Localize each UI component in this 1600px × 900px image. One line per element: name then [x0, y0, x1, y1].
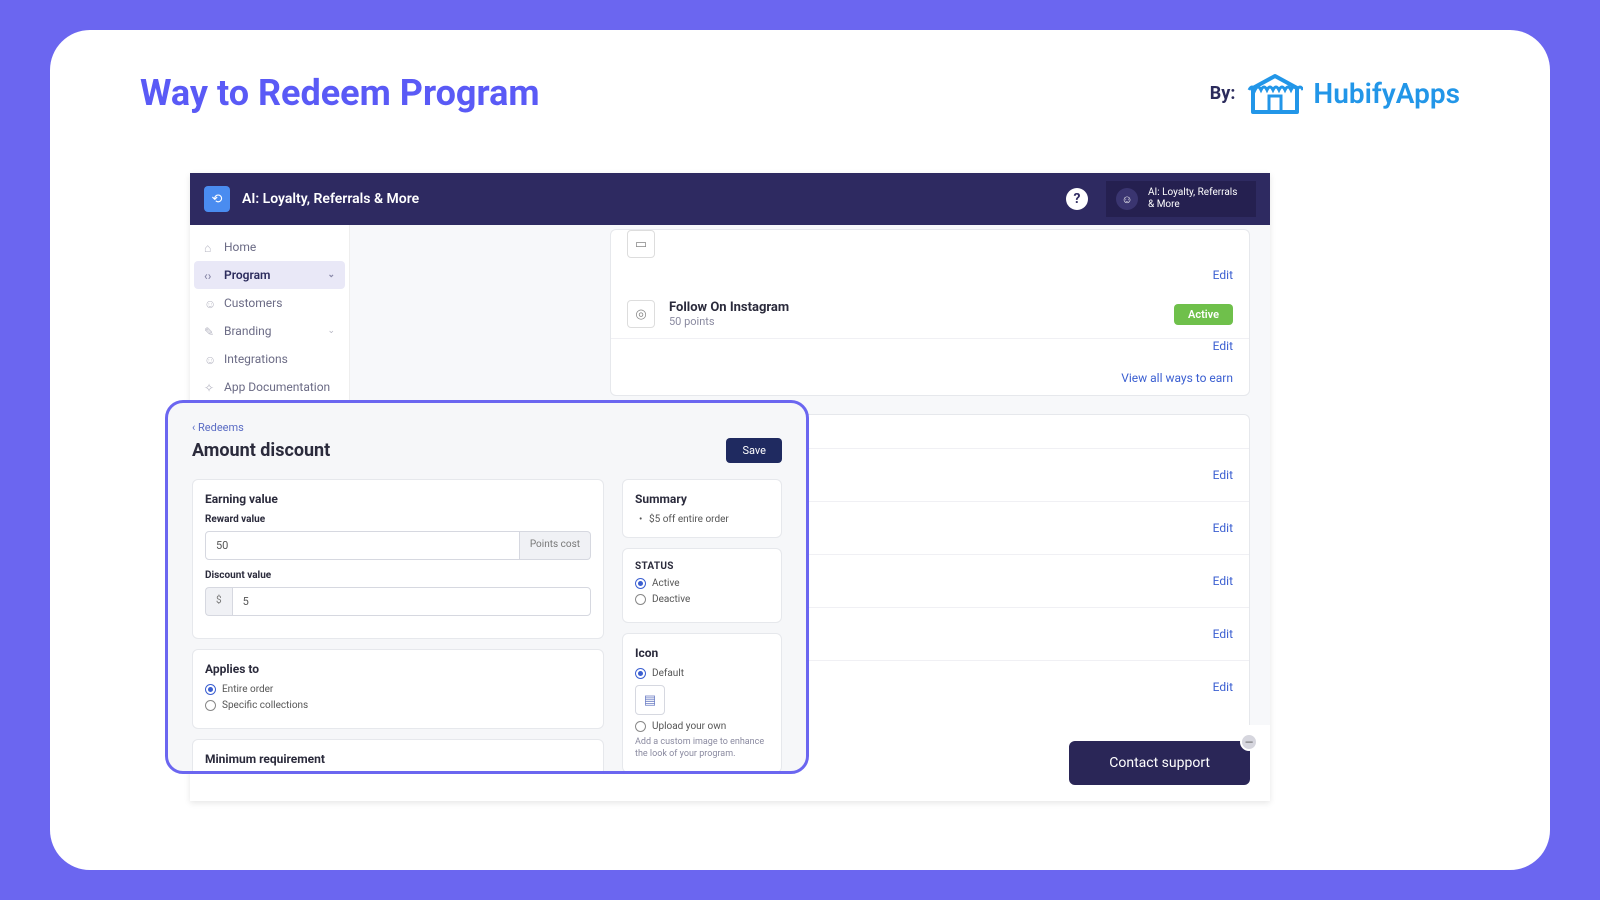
radio-icon: [205, 700, 216, 711]
code-icon: ‹›: [204, 269, 216, 281]
radio-label: Active: [652, 578, 680, 589]
brand-attribution: By: HubifyApps: [1210, 70, 1460, 116]
sidebar-item-integrations[interactable]: ☺ Integrations: [194, 345, 345, 373]
radio-label: Deactive: [652, 594, 690, 605]
earn-row-title: Follow On Instagram: [669, 300, 1174, 315]
chevron-down-icon: ⌄: [327, 270, 335, 280]
radio-label: Specific collections: [222, 700, 308, 711]
home-icon: ⌂: [204, 241, 216, 253]
sidebar-item-home[interactable]: ⌂ Home: [194, 233, 345, 261]
minimum-requirement-card: Minimum requirement None Minimum purchas…: [192, 739, 604, 774]
reward-value-label: Reward value: [205, 514, 591, 525]
sidebar-item-label: App Documentation: [224, 380, 330, 394]
person-icon: ☺: [204, 297, 216, 309]
icon-preview: ▤: [635, 685, 665, 715]
app-title: AI: Loyalty, Referrals & More: [242, 191, 419, 207]
sidebar-item-label: Integrations: [224, 352, 288, 366]
contact-support-button[interactable]: Contact support —: [1069, 741, 1250, 785]
edit-link[interactable]: Edit: [611, 268, 1249, 290]
earning-value-card: Earning value Reward value 50 Points cos…: [192, 479, 604, 639]
sidebar-item-branding[interactable]: ✎ Branding ⌄: [194, 317, 345, 345]
applies-to-card: Applies to Entire order Specific collect…: [192, 649, 604, 729]
by-label: By:: [1210, 83, 1236, 104]
icon-helper-text: Add a custom image to enhance the look o…: [635, 737, 769, 760]
status-active-radio[interactable]: Active: [635, 578, 769, 589]
status-label: STATUS: [635, 561, 769, 572]
user-menu[interactable]: ☺ AI: Loyalty, Referrals & More: [1106, 181, 1256, 217]
user-avatar-icon: ☺: [1116, 188, 1138, 210]
edit-link[interactable]: Edit: [611, 339, 1249, 361]
brand-name: HubifyApps: [1313, 77, 1460, 110]
radio-icon: [635, 578, 646, 589]
app-icon: ⟲: [204, 186, 230, 212]
card-title: Earning value: [205, 492, 591, 506]
status-deactive-radio[interactable]: Deactive: [635, 594, 769, 605]
view-all-earn-link[interactable]: View all ways to earn: [611, 361, 1249, 395]
radio-label: Upload your own: [652, 721, 726, 732]
sidebar-item-label: Program: [224, 268, 270, 282]
status-badge: Active: [1174, 304, 1233, 325]
sidebar-item-customers[interactable]: ☺ Customers: [194, 289, 345, 317]
card-title: Minimum requirement: [205, 752, 591, 766]
edit-link[interactable]: Edit: [1213, 627, 1233, 641]
chevron-down-icon: ⌄: [327, 326, 335, 336]
radio-label: Default: [652, 668, 684, 679]
contact-support-label: Contact support: [1109, 755, 1210, 771]
summary-item: $5 off entire order: [635, 514, 769, 525]
radio-icon: [635, 594, 646, 605]
card-title: Summary: [635, 492, 769, 506]
placeholder-icon: ▭: [627, 230, 655, 258]
radio-icon: [635, 721, 646, 732]
edit-link[interactable]: Edit: [1213, 680, 1233, 694]
radio-icon: [635, 668, 646, 679]
sidebar-item-app-documentation[interactable]: ✧ App Documentation: [194, 373, 345, 401]
icon-default-radio[interactable]: Default: [635, 668, 769, 679]
discount-value-label: Discount value: [205, 570, 591, 581]
sidebar-item-label: Home: [224, 240, 256, 254]
plug-icon: ☺: [204, 353, 216, 365]
sidebar-item-label: Customers: [224, 296, 282, 310]
save-button[interactable]: Save: [726, 438, 782, 463]
amount-discount-modal: ‹ Redeems Amount discount Save Earning v…: [165, 400, 809, 774]
minimize-icon[interactable]: —: [1240, 733, 1258, 751]
card-title: Applies to: [205, 662, 591, 676]
icon-upload-radio[interactable]: Upload your own: [635, 721, 769, 732]
edit-link[interactable]: Edit: [1213, 574, 1233, 588]
user-label: AI: Loyalty, Referrals & More: [1148, 187, 1238, 211]
instagram-icon: ◎: [627, 300, 655, 328]
brush-icon: ✎: [204, 325, 216, 337]
reward-value-input[interactable]: 50: [205, 531, 520, 560]
hubifyapps-logo-icon: [1247, 70, 1303, 116]
sidebar-item-label: Branding: [224, 324, 272, 338]
ways-to-earn-card: ▭ Edit ◎ Follow On Instagram 50 points A…: [610, 229, 1250, 396]
discount-value-input[interactable]: 5: [232, 587, 591, 616]
modal-title: Amount discount: [192, 440, 330, 461]
card-title: Icon: [635, 646, 769, 660]
app-topbar: ⟲ AI: Loyalty, Referrals & More ? ☺ AI: …: [190, 173, 1270, 225]
sidebar-item-program[interactable]: ‹› Program ⌄: [194, 261, 345, 289]
breadcrumb[interactable]: ‹ Redeems: [192, 421, 782, 434]
status-card: STATUS Active Deactive: [622, 548, 782, 623]
summary-card: Summary $5 off entire order: [622, 479, 782, 538]
discount-prefix: $: [205, 587, 232, 616]
radio-icon: [205, 684, 216, 695]
doc-icon: ✧: [204, 381, 216, 393]
icon-card: Icon Default ▤ Upload your own Add a cus…: [622, 633, 782, 773]
earn-row-subtitle: 50 points: [669, 315, 1174, 328]
radio-label: Entire order: [222, 684, 273, 695]
applies-entire-order-radio[interactable]: Entire order: [205, 684, 591, 695]
page-title: Way to Redeem Program: [140, 72, 540, 114]
applies-specific-collections-radio[interactable]: Specific collections: [205, 700, 591, 711]
reward-suffix: Points cost: [520, 531, 591, 560]
help-icon[interactable]: ?: [1066, 188, 1088, 210]
edit-link[interactable]: Edit: [1213, 468, 1233, 482]
edit-link[interactable]: Edit: [1213, 521, 1233, 535]
